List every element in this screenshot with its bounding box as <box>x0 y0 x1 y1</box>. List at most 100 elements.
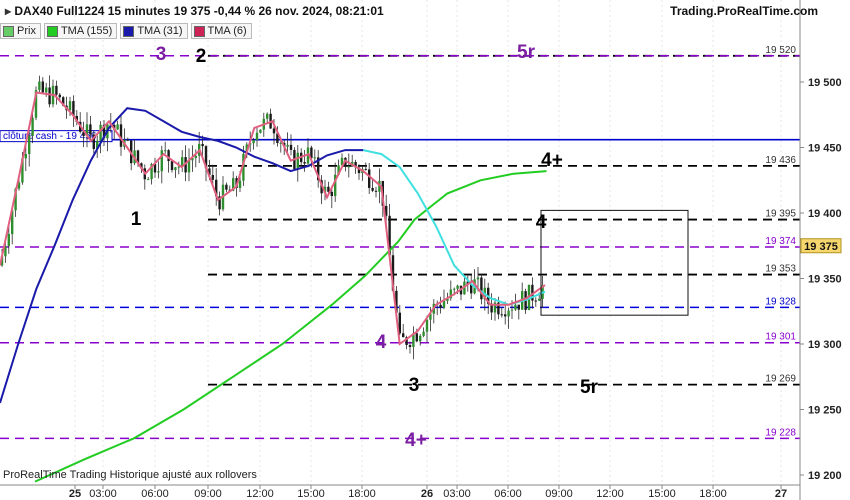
candle-body <box>45 87 48 93</box>
level-label: 19 301 <box>765 332 796 343</box>
wave-label: 3 <box>409 375 420 396</box>
candle-body <box>480 277 483 300</box>
candle-body <box>419 335 422 342</box>
legend-item-tma6[interactable]: TMA (6) <box>190 23 252 39</box>
candle-body <box>194 155 197 159</box>
level-label: 19 269 <box>765 374 796 385</box>
y-tick-label: 19 350 <box>808 274 842 286</box>
y-tick-label: 19 300 <box>808 339 842 351</box>
level-label: 19 520 <box>765 45 796 56</box>
wave-label: 4 <box>376 332 387 353</box>
tma6-swatch-icon <box>193 25 205 37</box>
candle-body <box>55 85 58 95</box>
candle-body <box>157 171 160 173</box>
candle-body <box>289 144 293 150</box>
candle-body <box>68 101 72 111</box>
brand-label: Trading.ProRealTime.com <box>670 4 818 18</box>
candle-body <box>330 191 333 197</box>
candle-body <box>7 234 10 247</box>
candle-body <box>415 333 418 342</box>
level-label: 19 328 <box>765 296 796 307</box>
legend-item-tma31[interactable]: TMA (31) <box>120 23 188 39</box>
tma155-swatch-icon <box>46 25 58 37</box>
candle-body <box>442 301 446 308</box>
candle-body <box>425 319 429 332</box>
candle-body <box>517 304 520 310</box>
candle-body <box>510 309 514 311</box>
legend-item-price[interactable]: Prix <box>0 23 41 39</box>
plot-area <box>0 0 800 485</box>
x-tick-label: 15:00 <box>648 488 676 500</box>
grid <box>0 0 800 485</box>
x-tick-label: 18:00 <box>699 488 727 500</box>
chart-canvas[interactable]: 19 520clôture cash - 19 45619 43619 3951… <box>0 0 850 500</box>
y-tick-label: 19 200 <box>808 470 842 482</box>
candle-body <box>538 298 541 301</box>
level-label: 19 395 <box>765 209 796 220</box>
x-tick-label: 27 <box>775 488 787 500</box>
candle-body <box>89 124 92 135</box>
x-tick-label: 06:00 <box>141 488 169 500</box>
level-label: 19 374 <box>765 236 796 247</box>
candle-body <box>286 144 289 147</box>
x-tick-label: 09:00 <box>545 488 573 500</box>
x-tick-label: 03:00 <box>443 488 471 500</box>
candle-body <box>374 190 378 192</box>
level-label: 19 436 <box>765 155 796 166</box>
candle-body <box>174 167 177 171</box>
x-tick-label: 25 <box>69 488 81 500</box>
candle-body <box>147 179 150 181</box>
y-tick-label: 19 400 <box>808 208 842 220</box>
candle-body <box>255 132 259 141</box>
tma31-swatch-icon <box>123 25 135 37</box>
candle-body <box>364 168 367 170</box>
candle-body <box>201 143 204 147</box>
wave-label: 1 <box>131 209 142 230</box>
candle-body <box>371 187 374 191</box>
candle-body <box>272 128 276 134</box>
price-swatch-icon <box>3 25 14 37</box>
candle-body <box>266 113 269 119</box>
candle-body <box>211 175 214 180</box>
candle-body <box>170 161 174 171</box>
candle-body <box>313 157 316 159</box>
candle-body <box>402 333 405 338</box>
wave-label: 4+ <box>541 150 563 171</box>
candle-body <box>225 184 228 190</box>
current-price-label: 19 375 <box>804 241 838 253</box>
y-tick-label: 19 250 <box>808 405 842 417</box>
candle-body <box>41 81 44 93</box>
wave-label: 2 <box>196 46 207 67</box>
candle-body <box>453 288 456 290</box>
wave-label: 4+ <box>405 430 427 451</box>
legend-item-tma155[interactable]: TMA (155) <box>43 23 118 39</box>
x-tick-label: 09:00 <box>194 488 222 500</box>
candle-body <box>368 169 371 188</box>
wave-label: 3 <box>156 44 167 65</box>
candle-body <box>160 150 163 172</box>
x-tick-label: 26 <box>421 488 433 500</box>
candle-body <box>38 81 41 91</box>
candle-body <box>252 140 255 144</box>
candle-body <box>422 331 425 336</box>
candle-body <box>296 152 299 170</box>
x-tick-label: 12:00 <box>596 488 624 500</box>
candle-body <box>126 139 129 141</box>
candle-body <box>347 166 350 168</box>
candle-body <box>238 180 242 189</box>
candle-body <box>534 300 537 302</box>
indicator-legend: Prix TMA (155) TMA (31) TMA (6) <box>0 23 255 39</box>
chart-title: DAX40 Full1224 15 minutes 19 375 -0,44 %… <box>14 4 384 18</box>
candle-body <box>476 277 480 280</box>
y-tick-label: 19 450 <box>808 143 842 155</box>
wave-label: 5r <box>517 42 536 63</box>
candle-body <box>514 304 517 310</box>
candle-body <box>259 129 262 133</box>
candle-body <box>408 345 412 347</box>
candle-body <box>48 87 51 105</box>
candle-body <box>28 135 31 154</box>
candle-body <box>58 94 61 98</box>
x-tick-label: 06:00 <box>494 488 522 500</box>
x-tick-label: 12:00 <box>246 488 274 500</box>
footer-note: ProRealTime Trading Historique ajusté au… <box>3 469 257 481</box>
